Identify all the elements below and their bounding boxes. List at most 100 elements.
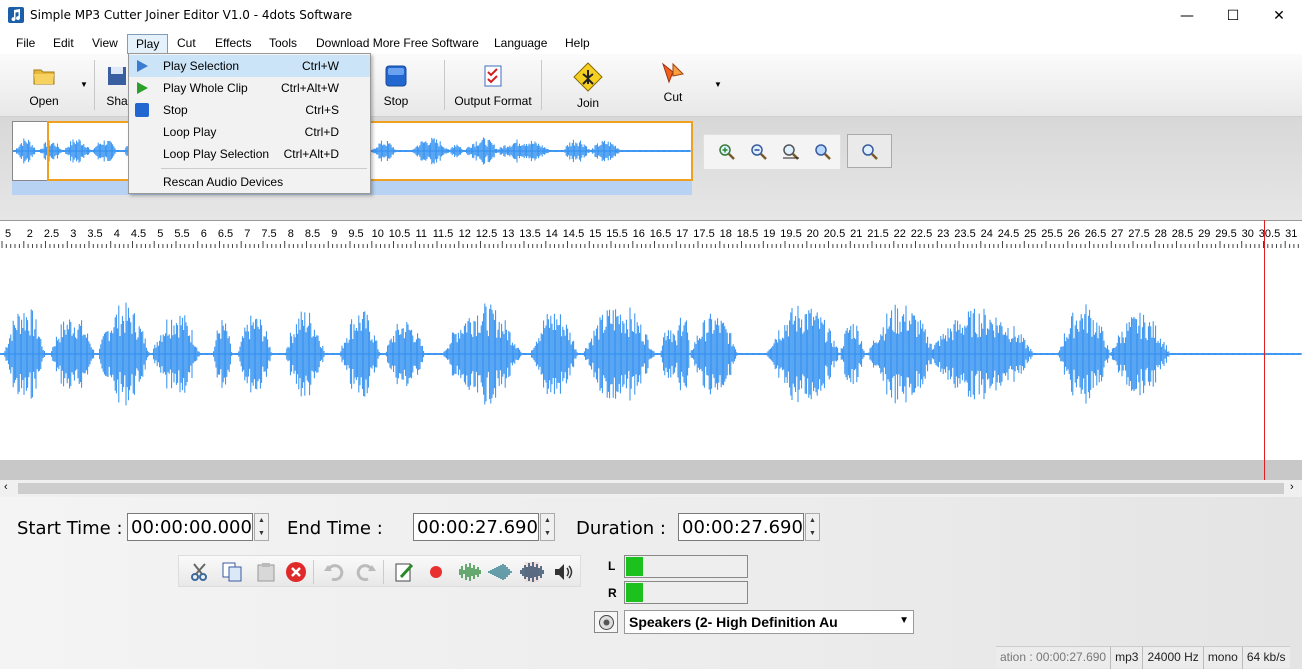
undo-icon[interactable] [323,561,345,583]
share-label: Sha [106,94,128,108]
share-button[interactable]: Sha [104,54,130,114]
cut-dropdown-icon[interactable]: ▼ [714,80,722,89]
menu-loop-play-selection[interactable]: Loop Play Selection Ctrl+Alt+D [129,143,370,165]
zoom-out-icon[interactable] [750,143,768,161]
play-menu-dropdown: Play Selection Ctrl+W Play Whole Clip Ct… [128,53,371,194]
menu-bar: File Edit View Play Cut Effects Tools Do… [0,31,1302,54]
playback-cursor[interactable] [1264,220,1265,480]
open-button[interactable]: Open [22,54,66,114]
menu-file[interactable]: File [8,34,43,54]
status-duration: ation : 00:00:27.690 [1000,650,1107,664]
maximize-button[interactable]: ☐ [1210,0,1256,31]
ruler-ticks [1,241,1299,249]
scroll-right-icon[interactable]: › [1290,481,1294,493]
stop-button[interactable]: Stop [378,54,414,114]
zoom-fit-icon[interactable] [782,143,800,161]
status-sample-rate: 24000 Hz [1142,647,1202,669]
start-time-stepper[interactable]: ▲ ▼ [254,513,269,541]
left-level-fill [626,557,644,576]
waveform-fade-icon[interactable] [487,561,513,583]
end-time-stepper[interactable]: ▲ ▼ [540,513,555,541]
waveform-green-icon[interactable] [457,561,483,583]
save-icon [108,67,126,85]
duration-label: Duration : [576,518,666,539]
join-label: Join [576,96,599,110]
stop-icon [385,65,407,87]
horizontal-scrollbar[interactable]: ‹ › [0,480,1302,497]
duration-stepper[interactable]: ▲ ▼ [805,513,820,541]
status-channels: mono [1202,647,1242,669]
time-ruler[interactable]: 5 2 2.5 3 3.5 4 4.5 5 5.5 6 6.5 7 7.5 8 8.5 9 9.5 10 10.5 1… [0,220,1302,249]
status-format: mp3 [1110,647,1142,669]
start-time-label: Start Time : [17,518,123,539]
chevron-down-icon: ▼ [899,615,909,626]
checklist-icon [484,65,502,87]
start-time-input[interactable]: 00:00:00.000 [127,513,253,541]
cut-icon[interactable] [189,561,211,583]
join-icon [573,62,603,92]
left-level-meter [624,555,748,578]
menu-help[interactable]: Help [557,34,598,54]
right-level-fill [626,583,644,602]
status-bar: ation : 00:00:27.690 mp3 24000 Hz mono 6… [996,646,1290,669]
open-label: Open [29,94,59,108]
zoom-in-icon[interactable] [718,143,736,161]
main-waveform[interactable] [0,248,1302,460]
edit-notes-icon[interactable] [393,561,415,583]
menu-stop[interactable]: Stop Ctrl+S [129,99,370,121]
end-time-input[interactable]: 00:00:27.690 [413,513,539,541]
window-title: Simple MP3 Cutter Joiner Editor V1.0 - 4… [30,8,353,22]
end-time-label: End Time : [287,518,383,539]
scroll-left-icon[interactable]: ‹ [4,481,8,493]
menu-effects[interactable]: Effects [207,34,259,54]
cut-label: Cut [663,90,683,104]
scissors-icon [661,62,685,84]
left-meter-label: L [608,559,616,573]
waveform-dark-icon[interactable] [519,561,545,583]
edit-toolbar [178,555,581,587]
menu-loop-play[interactable]: Loop Play Ctrl+D [129,121,370,143]
paste-icon[interactable] [255,561,277,583]
close-button[interactable]: ✕ [1256,0,1302,31]
waveform-footer [0,460,1302,480]
volume-icon[interactable] [553,561,575,583]
title-bar: Simple MP3 Cutter Joiner Editor V1.0 - 4… [0,0,1302,31]
folder-icon [33,69,55,85]
menu-tools[interactable]: Tools [261,34,305,54]
waveform-shape [0,302,1302,406]
menu-edit[interactable]: Edit [45,34,82,54]
menu-view[interactable]: View [84,34,126,54]
zoom-toolbar [703,134,841,170]
output-format-label: Output Format [454,94,532,108]
audio-device-select[interactable]: Speakers (2- High Definition Au ▼ [624,610,914,634]
output-format-button[interactable]: Output Format [450,54,536,114]
zoom-reset-button[interactable] [847,134,892,168]
open-dropdown-icon[interactable]: ▼ [80,80,88,89]
right-meter-label: R [608,586,617,600]
status-bitrate: 64 kb/s [1241,647,1290,669]
copy-icon[interactable] [221,561,243,583]
menu-download-more[interactable]: Download More Free Software [308,34,487,54]
delete-icon[interactable] [285,561,307,583]
scroll-thumb[interactable] [18,483,1284,494]
play-icon [137,82,148,94]
minimize-button[interactable]: — [1164,0,1210,31]
menu-play-selection[interactable]: Play Selection Ctrl+W [129,55,370,77]
record-icon[interactable] [425,561,447,583]
speaker-icon [599,615,614,630]
menu-play-whole-clip[interactable]: Play Whole Clip Ctrl+Alt+W [129,77,370,99]
magnifier-icon [862,144,878,160]
redo-icon[interactable] [355,561,377,583]
right-level-meter [624,581,748,604]
bottom-panel: Start Time : 00:00:00.000 ▲ ▼ End Time : … [0,497,1302,669]
cut-button[interactable]: Cut [655,54,691,114]
menu-language[interactable]: Language [486,34,555,54]
music-note-icon [8,7,24,23]
join-button[interactable]: Join [568,54,608,114]
speaker-device-button[interactable] [594,611,618,633]
menu-cut[interactable]: Cut [169,34,204,54]
menu-play[interactable]: Play [127,34,169,54]
menu-rescan-audio-devices[interactable]: Rescan Audio Devices [129,171,370,193]
duration-input[interactable]: 00:00:27.690 [678,513,804,541]
zoom-selection-icon[interactable] [814,143,832,161]
